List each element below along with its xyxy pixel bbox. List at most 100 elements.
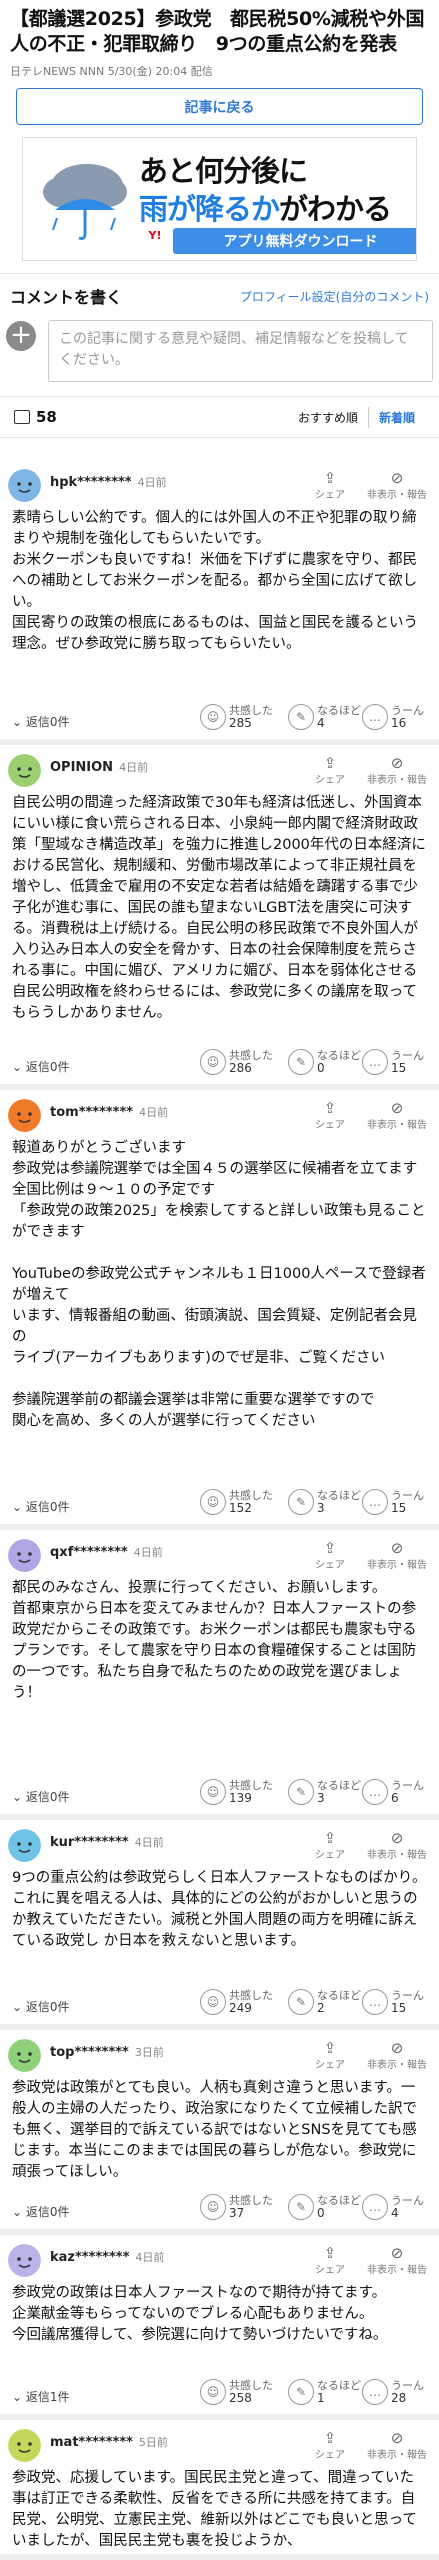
sort-recommended-tab[interactable]: おすすめ順 [288, 406, 369, 428]
share-button[interactable]: ⇪ シェア [315, 1100, 345, 1131]
hide-label: 非表示・報告 [367, 1560, 427, 1571]
comment-bar: コメントを書く プロフィール設定(自分のコメント) [0, 273, 439, 308]
article-source: 日テレNEWS NNN 5/30(金) 20:04 配信 [10, 65, 213, 78]
agree-button[interactable]: ☺ 共感した 139 [200, 1779, 273, 1805]
block-icon: ⊘ [390, 1539, 404, 1557]
agree-button[interactable]: ☺ 共感した 37 [200, 2194, 273, 2220]
hmm-count: 28 [391, 2391, 407, 2405]
hide-report-button[interactable]: ⊘ 非表示・報告 [360, 755, 434, 786]
hmm-button[interactable]: … うーん 15 [362, 1049, 424, 1075]
comment-text: 素晴らしい公約です。個人的には外国人の不正や犯罪の取り締まりや規制を強化してもら… [12, 510, 418, 652]
hide-report-button[interactable]: ⊘ 非表示・報告 [360, 2040, 434, 2071]
comment-author[interactable]: OPINION 4日前 [50, 759, 148, 775]
think-button[interactable]: ✎ なるほど 2 [288, 1989, 361, 2015]
avatar[interactable] [8, 1099, 41, 1132]
comment-header: tom******** 4日前 ⇪ シェア ⊘ 非表示・報告 [0, 1090, 439, 1132]
hide-label: 非表示・報告 [367, 2265, 427, 2276]
comment-footer: ⌄ 返信1件 ☺ 共感した 258 ✎ なるほど 1 … うーん 28 [0, 2374, 439, 2414]
share-button[interactable]: ⇪ シェア [315, 2245, 345, 2276]
share-button[interactable]: ⇪ シェア [315, 1830, 345, 1861]
agree-button[interactable]: ☺ 共感した 285 [200, 704, 273, 730]
comment-author[interactable]: kaz******** 4日前 [50, 2249, 164, 2265]
comment-icon [14, 410, 30, 424]
share-button[interactable]: ⇪ シェア [315, 2040, 345, 2071]
agree-button[interactable]: ☺ 共感した 249 [200, 1989, 273, 2015]
share-button[interactable]: ⇪ シェア [315, 2430, 345, 2461]
hmm-icon: … [362, 1779, 388, 1805]
think-button[interactable]: ✎ なるほど 0 [288, 2194, 361, 2220]
reply-count: 返信0件 [25, 1060, 70, 1074]
share-button[interactable]: ⇪ シェア [315, 1540, 345, 1571]
hide-report-button[interactable]: ⊘ 非表示・報告 [360, 2430, 434, 2461]
reply-toggle[interactable]: ⌄ 返信0件 [12, 713, 70, 730]
think-button[interactable]: ✎ なるほど 1 [288, 2379, 361, 2405]
share-button[interactable]: ⇪ シェア [315, 470, 345, 501]
comment-text: 9つの重点公約は参政党らしく日本人ファーストなものばかり。これに異を唱える人は、… [12, 1870, 427, 1949]
comment-body: 素晴らしい公約です。個人的には外国人の不正や犯罪の取り締まりや規制を強化してもら… [0, 502, 439, 655]
ad-banner[interactable]: あと何分後に 雨が降るかがわかる Y! アプリ無料ダウンロード [22, 137, 417, 261]
hide-report-button[interactable]: ⊘ 非表示・報告 [360, 1540, 434, 1571]
smile-icon: ☺ [200, 2379, 226, 2405]
hmm-button[interactable]: … うーん 15 [362, 1489, 424, 1515]
hmm-button[interactable]: … うーん 28 [362, 2379, 424, 2405]
hide-label: 非表示・報告 [367, 490, 427, 501]
share-icon: ⇪ [323, 1099, 337, 1117]
hmm-button[interactable]: … うーん 15 [362, 1989, 424, 2015]
rain-cloud-icon [43, 164, 127, 240]
avatar[interactable] [8, 2429, 41, 2462]
agree-button[interactable]: ☺ 共感した 152 [200, 1489, 273, 1515]
ad-headline-line1: あと何分後に [139, 154, 308, 188]
comment-body: 都民のみなさん、投票に行ってください、お願いします。 首都東京から日本を変えてみ… [0, 1572, 439, 1704]
article-header: 【都議選2025】参政党 都民税50%減税や外国人の不正・犯罪取締り 9つの重点… [0, 0, 439, 79]
bulb-icon: ✎ [288, 1489, 314, 1515]
reply-toggle[interactable]: ⌄ 返信0件 [12, 2203, 70, 2220]
avatar[interactable] [8, 2244, 41, 2277]
smile-icon: ☺ [200, 2194, 226, 2220]
profile-settings-link[interactable]: プロフィール設定(自分のコメント) [240, 288, 429, 305]
agree-button[interactable]: ☺ 共感した 286 [200, 1049, 273, 1075]
hide-report-button[interactable]: ⊘ 非表示・報告 [360, 1100, 434, 1131]
comment-author[interactable]: top******** 3日前 [50, 2044, 164, 2060]
think-button[interactable]: ✎ なるほど 4 [288, 704, 361, 730]
avatar[interactable] [8, 2039, 41, 2072]
hmm-button[interactable]: … うーん 6 [362, 1779, 424, 1805]
comment-author[interactable]: hpk******** 4日前 [50, 474, 167, 490]
hide-report-button[interactable]: ⊘ 非表示・報告 [360, 470, 434, 501]
comment-author[interactable]: qxf******** 4日前 [50, 1544, 163, 1560]
comment-author[interactable]: tom******** 4日前 [50, 1104, 168, 1120]
reply-toggle[interactable]: ⌄ 返信0件 [12, 1788, 70, 1805]
hide-report-button[interactable]: ⊘ 非表示・報告 [360, 1830, 434, 1861]
comment-text: 参政党は政策がとても良い。人柄も真剣さ違うと思います。一般人の主婦の人だったり、… [12, 2080, 417, 2180]
sort-new-tab[interactable]: 新着順 [369, 407, 425, 428]
agree-count: 285 [229, 716, 252, 730]
avatar[interactable] [8, 754, 41, 787]
add-icon[interactable]: + [6, 321, 36, 351]
avatar-face-icon [8, 2244, 41, 2277]
comment-text: 都民のみなさん、投票に行ってください、お願いします。 首都東京から日本を変えてみ… [12, 1580, 417, 1701]
back-to-article-button[interactable]: 記事に戻る [16, 88, 423, 125]
avatar[interactable] [8, 469, 41, 502]
avatar[interactable] [8, 1539, 41, 1572]
app-download-button[interactable]: アプリ無料ダウンロード [173, 228, 416, 254]
comment-author[interactable]: kur******** 4日前 [50, 1834, 164, 1850]
comment-input[interactable]: この記事に関する意見や疑問、補足情報などを投稿してください。 [48, 320, 433, 382]
comment-author[interactable]: mat******** 5日前 [50, 2434, 168, 2450]
hmm-button[interactable]: … うーん 4 [362, 2194, 424, 2220]
reply-toggle[interactable]: ⌄ 返信0件 [12, 1498, 70, 1515]
hmm-button[interactable]: … うーん 16 [362, 704, 424, 730]
comment-header: top******** 3日前 ⇪ シェア ⊘ 非表示・報告 [0, 2030, 439, 2072]
block-icon: ⊘ [390, 754, 404, 772]
think-count: 0 [317, 1061, 325, 1075]
avatar[interactable] [8, 1829, 41, 1862]
think-button[interactable]: ✎ なるほど 0 [288, 1049, 361, 1075]
think-button[interactable]: ✎ なるほど 3 [288, 1489, 361, 1515]
agree-button[interactable]: ☺ 共感した 258 [200, 2379, 273, 2405]
think-button[interactable]: ✎ なるほど 3 [288, 1779, 361, 1805]
share-button[interactable]: ⇪ シェア [315, 755, 345, 786]
bulb-icon: ✎ [288, 1989, 314, 2015]
reply-toggle[interactable]: ⌄ 返信0件 [12, 1998, 70, 2015]
reply-toggle[interactable]: ⌄ 返信0件 [12, 1058, 70, 1075]
comment-body: 報道ありがとうございます 参政党は参議院選挙では全国４５の選挙区に候補者を立てま… [0, 1132, 439, 1432]
hide-report-button[interactable]: ⊘ 非表示・報告 [360, 2245, 434, 2276]
reply-toggle[interactable]: ⌄ 返信1件 [12, 2388, 70, 2405]
